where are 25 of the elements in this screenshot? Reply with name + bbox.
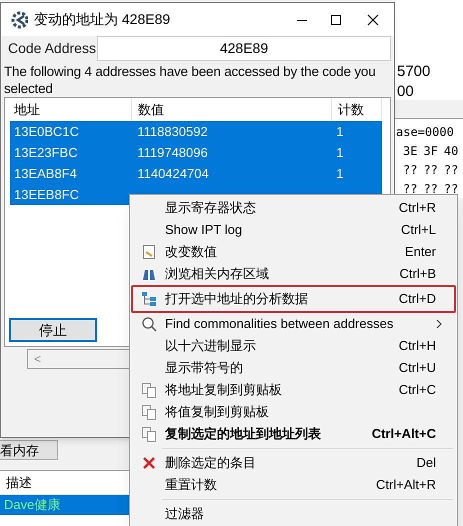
table-cell-text: 1 xyxy=(335,144,344,162)
table-cell-text: 13EEB8FC xyxy=(13,186,80,204)
field-label: Code Address xyxy=(7,39,97,58)
address-text: ase=0000 xyxy=(395,124,455,141)
hex-cell-text: ?? xyxy=(423,162,438,179)
column-header: 3F xyxy=(423,143,438,160)
column-header: 40 xyxy=(444,143,458,160)
column-header: 3E xyxy=(403,143,418,160)
hex-cell-text: ?? xyxy=(444,181,458,198)
message-text: The following 4 addresses have been accessed by the code you selected xyxy=(3,63,376,97)
table-cell-text: 1140424704 xyxy=(136,164,210,183)
table-cell-text: 13E0BC1C xyxy=(13,122,80,141)
table-cell-text: 13E23FBC xyxy=(13,144,79,162)
hex-cell-text: ?? xyxy=(403,162,418,179)
table-cell-text: 13EAB8F4 xyxy=(13,164,78,183)
window-title: 变动的地址为 428E89 xyxy=(34,10,172,29)
table-cell-text: 1119748096 xyxy=(136,144,209,162)
hex-cell-text: ?? xyxy=(423,181,438,198)
table-cell-text: 1118830592 xyxy=(136,122,209,141)
hex-cell-text: ?? xyxy=(403,181,418,198)
value-text: 5700 xyxy=(397,62,430,82)
table-cell-text: 1 xyxy=(335,164,344,183)
table-cell-text: 1 xyxy=(335,122,344,141)
value-text: 00 xyxy=(397,82,414,98)
hex-cell-text: ?? xyxy=(444,162,458,179)
